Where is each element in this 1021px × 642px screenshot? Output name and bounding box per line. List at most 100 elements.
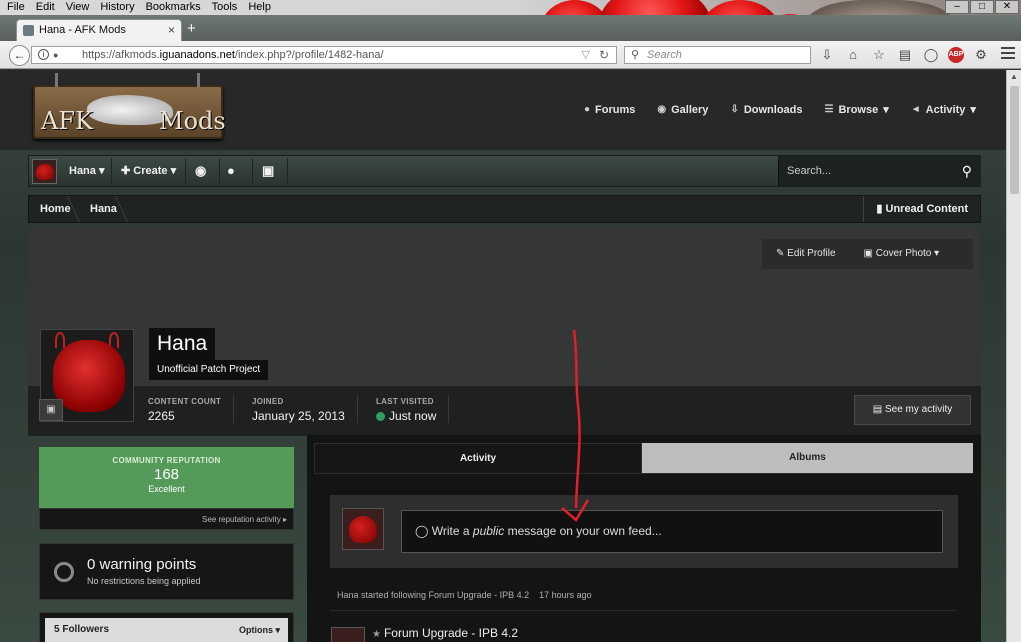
menu-history[interactable]: History: [93, 0, 138, 15]
warning-circle-icon: [54, 562, 74, 582]
new-tab-button[interactable]: +: [187, 20, 196, 37]
reputation-box: COMMUNITY REPUTATION 168 Excellent: [39, 447, 294, 508]
heart-avatar-image: [36, 164, 54, 180]
scroll-up-icon[interactable]: ▲: [1010, 72, 1018, 81]
pocket-icon[interactable]: ◯: [922, 45, 940, 64]
info-icon[interactable]: i: [38, 49, 49, 60]
plus-icon: ✚: [121, 165, 131, 177]
close-icon[interactable]: ✕: [995, 0, 1019, 14]
tab-close-icon[interactable]: ×: [168, 23, 175, 37]
caret-down-icon: ▾: [934, 248, 940, 259]
menu-view[interactable]: View: [59, 0, 94, 15]
lock-icon: ●: [53, 50, 59, 60]
composer-avatar: [342, 508, 384, 550]
browser-tab[interactable]: Hana - AFK Mods ×: [16, 19, 182, 41]
image-icon: ▣: [863, 248, 873, 259]
back-icon[interactable]: ←: [9, 45, 30, 66]
url-bar[interactable]: i ● https://afkmods.iguanadons.net/index…: [31, 46, 617, 64]
menu-bookmarks[interactable]: Bookmarks: [139, 0, 205, 15]
divider: [219, 158, 220, 184]
profile-group: Unofficial Patch Project: [149, 360, 269, 380]
menu-tools[interactable]: Tools: [205, 0, 242, 15]
speech-bubble-icon: ◯: [415, 524, 429, 538]
scrollbar-thumb[interactable]: [1010, 86, 1019, 194]
search-icon[interactable]: ⚲: [962, 156, 972, 186]
tab-albums[interactable]: Albums: [642, 443, 973, 473]
nav-forums[interactable]: ● Forums: [584, 103, 635, 116]
user-avatar[interactable]: [32, 159, 57, 184]
user-menu[interactable]: Hana ▾: [69, 156, 105, 186]
divider: [185, 158, 186, 184]
minimize-icon[interactable]: –: [945, 0, 969, 14]
status-message-input[interactable]: ◯ Write a public message on your own fee…: [401, 510, 943, 553]
composer-emphasis: public: [472, 524, 505, 538]
search-icon: ⚲: [631, 49, 640, 61]
caret-down-icon: ▾: [170, 165, 177, 177]
caret-down-icon: ▾: [275, 625, 280, 635]
caret-down-icon: ▾: [970, 104, 976, 116]
reputation-value: 168: [153, 466, 180, 483]
nav-gallery[interactable]: ◉ Gallery: [657, 103, 708, 116]
nav-forums-label: Forums: [595, 103, 636, 116]
folder-icon: ▮: [876, 203, 883, 215]
star-icon: ★: [372, 629, 381, 640]
reload-icon[interactable]: ↻: [599, 48, 609, 62]
bookmark-star-icon[interactable]: ☆: [870, 45, 888, 64]
feed-topic-title[interactable]: ★ Forum Upgrade - IPB 4.2: [372, 626, 518, 640]
tab-strip: Hana - AFK Mods × +: [0, 15, 1021, 41]
unread-content-label: Unread Content: [885, 203, 969, 215]
page-viewport: AFK Mods ● Forums ◉ Gallery ⇩ Downloads …: [0, 70, 1006, 642]
reputation-activity-link[interactable]: See reputation activity: [202, 515, 281, 524]
user-menu-label: Hana: [69, 165, 96, 177]
feed-activity-text[interactable]: Hana started following Forum Upgrade - I…: [337, 590, 529, 600]
nav-browse[interactable]: ☰ Browse ▾: [824, 103, 889, 117]
globe-icon[interactable]: ◉: [195, 156, 206, 186]
page-scrollbar[interactable]: ▲: [1006, 70, 1021, 642]
image-icon[interactable]: ▣: [262, 156, 274, 186]
unread-content-link[interactable]: ▮ Unread Content: [863, 196, 980, 222]
download-icon[interactable]: ⇩: [818, 45, 836, 64]
tab-activity[interactable]: Activity: [314, 443, 642, 473]
menu-help[interactable]: Help: [241, 0, 275, 15]
followers-header: 5 Followers Options ▾: [45, 618, 288, 642]
adblock-icon[interactable]: ABP: [948, 47, 964, 63]
edit-profile-label: Edit Profile: [787, 248, 836, 259]
maximize-icon[interactable]: □: [970, 0, 994, 14]
nav-activity[interactable]: ◄ Activity ▾: [911, 103, 976, 117]
browser-navbar: ← i ● https://afkmods.iguanadons.net/ind…: [0, 41, 1021, 69]
chat-icon[interactable]: ●: [227, 156, 235, 186]
site-logo[interactable]: AFK Mods: [33, 73, 226, 139]
stat-joined: JOINED January 25, 2013: [252, 397, 345, 423]
create-menu[interactable]: ✚ Create ▾: [121, 156, 176, 186]
menu-edit[interactable]: Edit: [29, 0, 59, 15]
nav-browse-label: Browse: [838, 103, 879, 116]
extension-icon[interactable]: ⚙: [972, 45, 990, 64]
menu-file[interactable]: File: [0, 0, 29, 15]
breadcrumb-user[interactable]: Hana: [90, 196, 117, 222]
site-search-placeholder: Search...: [787, 165, 832, 177]
nav-downloads[interactable]: ⇩ Downloads: [730, 103, 802, 116]
nav-activity-label: Activity: [925, 103, 966, 116]
bookmarks-list-icon[interactable]: ▤: [896, 45, 914, 64]
followers-options-button[interactable]: Options ▾: [239, 618, 280, 642]
logo-chain: [55, 73, 58, 87]
see-my-activity-button[interactable]: ▤ See my activity: [854, 395, 971, 425]
browser-search-input[interactable]: ⚲ Search: [624, 46, 811, 64]
stat-label: CONTENT COUNT: [148, 397, 222, 406]
list-icon: ☰: [824, 104, 834, 115]
dropdown-icon[interactable]: ▽: [582, 48, 590, 61]
divider: [357, 395, 358, 423]
breadcrumb-home[interactable]: Home: [40, 196, 71, 222]
hamburger-menu-icon[interactable]: [1001, 47, 1015, 59]
edit-profile-button[interactable]: ✎ Edit Profile: [762, 239, 850, 269]
composer-prefix: Write a: [431, 524, 473, 538]
cover-photo-button[interactable]: ▣ Cover Photo ▾: [850, 239, 954, 269]
logo-text-left: AFK: [41, 107, 93, 135]
url-path: /index.php?/profile/1482-hana/: [234, 49, 384, 61]
home-icon[interactable]: ⌂: [844, 45, 862, 64]
site-search-input[interactable]: Search... ⚲: [778, 156, 981, 186]
reputation-title: COMMUNITY REPUTATION: [112, 456, 221, 465]
reputation-label: Excellent: [148, 484, 185, 494]
change-photo-button[interactable]: ▣: [39, 399, 63, 421]
divider: [330, 610, 956, 611]
